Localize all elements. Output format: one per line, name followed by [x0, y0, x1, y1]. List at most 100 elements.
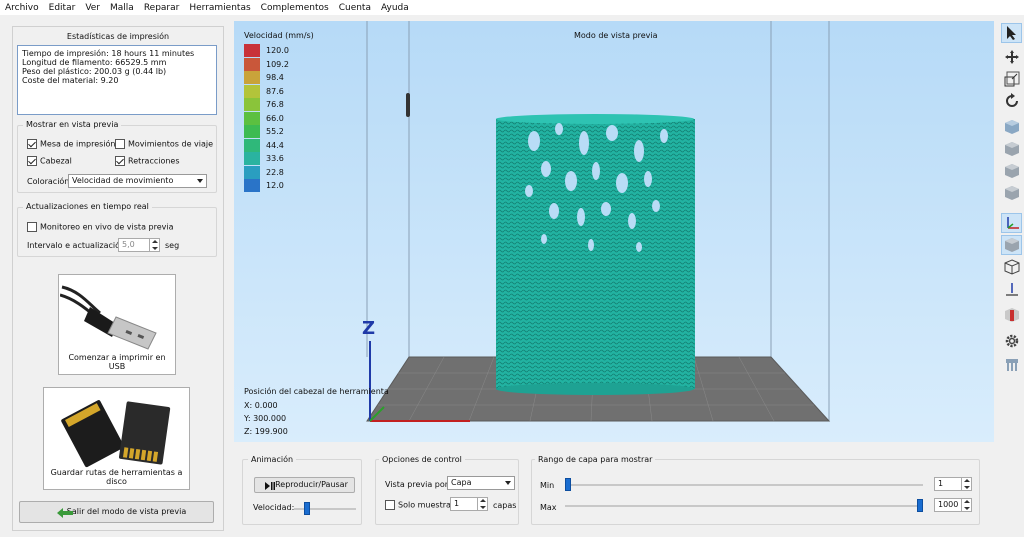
- legend-swatch: [244, 71, 260, 84]
- stats-line: Coste del material: 9.20: [22, 76, 119, 85]
- legend-row: 44.4: [244, 138, 284, 152]
- legend-row: 76.8: [244, 98, 284, 111]
- view-front-button[interactable]: [1001, 139, 1022, 159]
- usb-print-button[interactable]: Comenzar a imprimir en USB: [58, 274, 176, 375]
- view-iso-button[interactable]: [1001, 117, 1022, 137]
- legend-value: 76.8: [266, 100, 284, 109]
- save-toolpath-button[interactable]: Guardar rutas de herramientas a disco: [43, 387, 190, 490]
- left-panel: Estadísticas de impresión Tiempo de impr…: [12, 26, 224, 531]
- max-slider-handle[interactable]: [917, 499, 923, 512]
- interval-spinbox[interactable]: 5,0: [118, 238, 160, 252]
- coloracion-select[interactable]: Velocidad de movimiento: [68, 174, 207, 188]
- spin-buttons[interactable]: [149, 239, 159, 251]
- cursor-icon: [1006, 26, 1016, 40]
- view-side-button[interactable]: [1001, 161, 1022, 181]
- scale-tool-button[interactable]: [1001, 69, 1022, 89]
- spin-up-icon: [964, 500, 970, 503]
- stats-line: Peso del plástico: 200.03 g (0.44 lb): [22, 67, 167, 76]
- max-spinbox[interactable]: 1000: [934, 498, 972, 512]
- exit-preview-button[interactable]: Salir del modo de vista previa: [19, 501, 214, 523]
- legend-row: 98.4: [244, 71, 284, 84]
- solo-label: Solo muestra: [398, 500, 451, 510]
- stats-line: Longitud de filamento: 66529.5 mm: [22, 58, 167, 67]
- play-pause-button[interactable]: Reproducir/Pausar: [254, 477, 355, 493]
- preview-by-select[interactable]: Capa: [447, 476, 515, 490]
- min-slider-handle[interactable]: [565, 478, 571, 491]
- menu-item[interactable]: Editar: [49, 3, 76, 13]
- supports-button[interactable]: [1001, 355, 1022, 375]
- stats-box: Tiempo de impresión: 18 hours 11 minutes…: [17, 45, 217, 115]
- monitor-checkbox[interactable]: Monitoreo en vivo de vista previa: [27, 222, 173, 232]
- control-group: [375, 459, 519, 525]
- settings-button[interactable]: [1001, 331, 1022, 351]
- speed-slider-handle[interactable]: [304, 502, 311, 515]
- legend-swatch: [244, 84, 260, 98]
- sd-card-icon: [61, 400, 171, 468]
- wireframe-view-button[interactable]: [1001, 257, 1022, 277]
- rotate-tool-button[interactable]: [1001, 91, 1022, 111]
- head-y: Y: 300.000: [244, 414, 287, 423]
- legend-swatch: [244, 57, 260, 71]
- mesa-checkbox[interactable]: Mesa de impresión: [27, 139, 115, 149]
- legend-value: 98.4: [266, 73, 284, 82]
- menu-item[interactable]: Ayuda: [381, 3, 409, 13]
- head-z: Z: 199.900: [244, 427, 288, 436]
- interval-unit: seg: [165, 241, 180, 250]
- spin-buttons[interactable]: [961, 478, 971, 490]
- solid-view-button[interactable]: [1001, 235, 1022, 255]
- max-slider-track[interactable]: [565, 505, 923, 507]
- 3d-viewport[interactable]: Velocidad (mm/s) 120.0 109.2 98.4 87.6 76.8 6…: [234, 21, 994, 442]
- legend-value: 55.2: [266, 127, 284, 136]
- menu-item[interactable]: Ver: [85, 3, 100, 13]
- capas-label: capas: [493, 501, 517, 510]
- checkbox-icon: [115, 156, 125, 166]
- cabezal-checkbox[interactable]: Cabezal: [27, 156, 72, 166]
- legend-swatch: [244, 44, 260, 57]
- stats-title: Estadísticas de impresión: [66, 32, 170, 41]
- menu-item[interactable]: Cuenta: [339, 3, 371, 13]
- legend-value: 44.4: [266, 140, 284, 150]
- right-toolbar: [999, 21, 1024, 381]
- realtime-group-title: Actualizaciones en tiempo real: [23, 202, 152, 211]
- spin-up-icon: [152, 240, 158, 243]
- movimientos-checkbox[interactable]: Movimientos de viaje: [115, 139, 213, 149]
- usb-cable-icon: [60, 285, 157, 350]
- cabezal-label: Cabezal: [40, 156, 72, 166]
- menu-item[interactable]: Herramientas: [189, 3, 250, 13]
- spin-up-icon: [964, 479, 970, 482]
- spin-down-icon: [152, 247, 158, 250]
- save-toolpath-label: Guardar rutas de herramientas a disco: [50, 468, 183, 486]
- menu-bar: Archivo Editar Ver Malla Reparar Herramientas…: [0, 0, 1024, 15]
- drop-to-bed-button[interactable]: [1001, 279, 1022, 299]
- menu-item[interactable]: Malla: [110, 3, 134, 13]
- rotate-icon: [1005, 93, 1018, 107]
- cut-cube-icon: [1004, 308, 1019, 322]
- menu-item[interactable]: Archivo: [5, 3, 39, 13]
- select-tool-button[interactable]: [1001, 23, 1022, 43]
- spin-buttons[interactable]: [961, 499, 971, 511]
- move-tool-button[interactable]: [1001, 47, 1022, 67]
- back-arrow-icon: [57, 508, 73, 518]
- view-top-button[interactable]: [1001, 183, 1022, 203]
- axis-toggle-button[interactable]: [1001, 213, 1022, 233]
- retracciones-checkbox[interactable]: Retracciones: [115, 156, 180, 166]
- cut-tool-button[interactable]: [1001, 305, 1022, 325]
- min-slider-track[interactable]: [565, 484, 923, 486]
- spin-buttons[interactable]: [477, 498, 487, 510]
- mesa-label: Mesa de impresión: [40, 139, 116, 149]
- solo-spinbox[interactable]: 1: [450, 497, 488, 511]
- solo-checkbox[interactable]: Solo muestra: [385, 500, 451, 510]
- legend-swatch: [244, 138, 260, 152]
- scale-icon: [1004, 71, 1019, 87]
- menu-item[interactable]: Complementos: [261, 3, 329, 13]
- menu-item[interactable]: Reparar: [144, 3, 180, 13]
- range-title: Rango de capa para mostrar: [535, 455, 656, 464]
- legend-row: 22.8: [244, 165, 284, 179]
- legend-row: 12.0: [244, 179, 284, 192]
- z-axis-label: Z: [362, 318, 376, 339]
- checkbox-icon: [27, 222, 37, 232]
- max-value: 1000: [938, 500, 959, 509]
- cube-view-icon: [1004, 120, 1019, 134]
- min-spinbox[interactable]: 1: [934, 477, 972, 491]
- interval-value: 5,0: [122, 240, 135, 249]
